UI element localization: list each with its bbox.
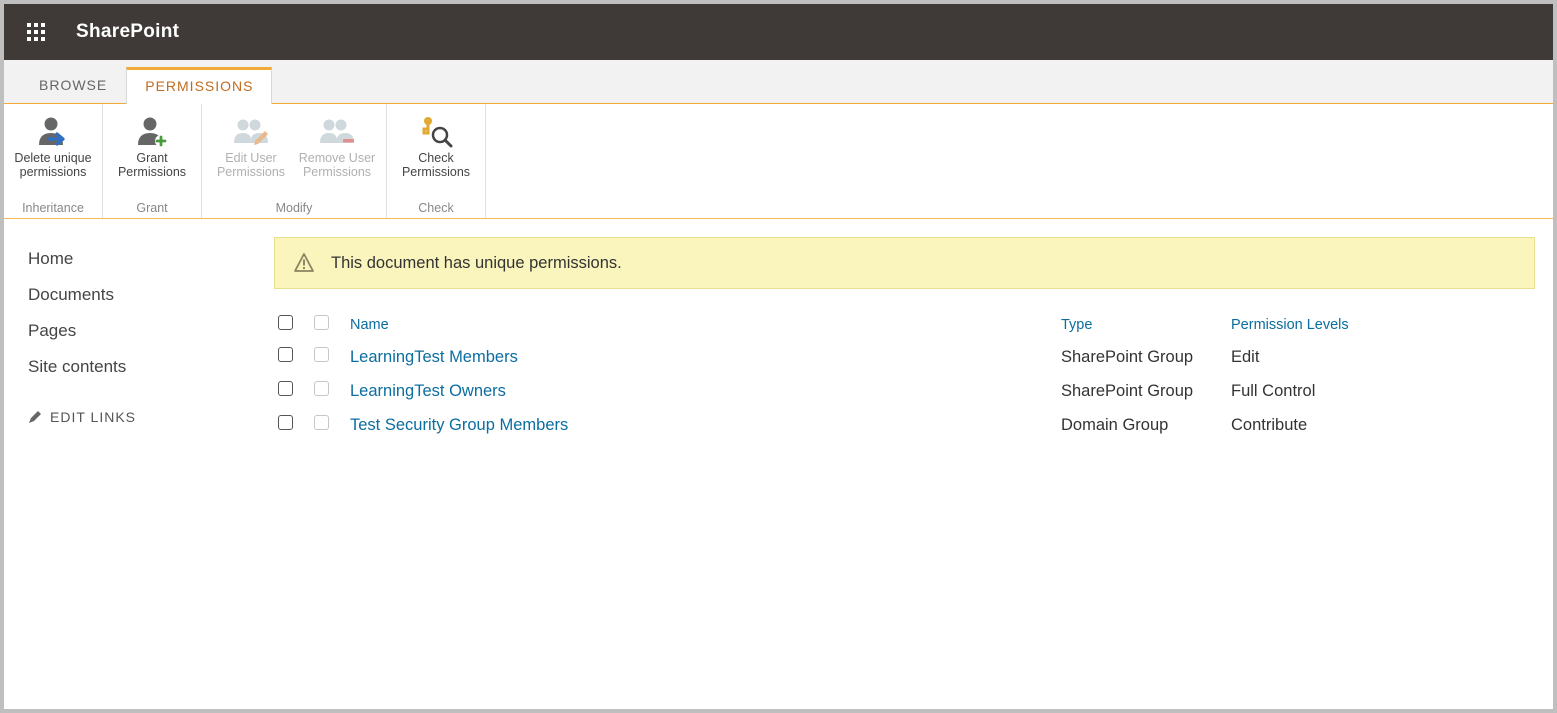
ribbon-group-inheritance: Delete unique permissions Inheritance: [4, 104, 103, 218]
product-name: SharePoint: [76, 21, 179, 43]
sidebar-link-site-contents[interactable]: Site contents: [28, 349, 274, 385]
select-all-checkbox[interactable]: [278, 315, 293, 330]
ribbon-group-caption: Check: [393, 197, 479, 218]
column-header-type[interactable]: Type: [1061, 317, 1231, 333]
ribbon-btn-label: Edit User Permissions: [210, 152, 292, 180]
users-edit-icon: [210, 114, 292, 150]
permissions-table: Name Type Permission Levels LearningTest…: [274, 309, 1535, 442]
table-header-row: Name Type Permission Levels: [274, 309, 1535, 340]
edit-links-label: EDIT LINKS: [50, 409, 136, 425]
user-plus-icon: [111, 114, 193, 150]
warning-icon: [293, 252, 315, 274]
ribbon-group-grant: Grant Permissions Grant: [103, 104, 202, 218]
column-header-levels[interactable]: Permission Levels: [1231, 317, 1531, 333]
sidebar-link-home[interactable]: Home: [28, 241, 274, 277]
ribbon-btn-label: Delete unique permissions: [12, 152, 94, 180]
table-row: Test Security Group Members Domain Group…: [274, 408, 1535, 442]
ribbon-group-modify: Edit User Permissions Remove User Permis…: [202, 104, 387, 218]
ribbon-group-caption: Grant: [109, 197, 195, 218]
ribbon: Delete unique permissions Inheritance: [4, 104, 1553, 219]
principal-link[interactable]: LearningTest Owners: [350, 382, 1061, 401]
app-launcher-button[interactable]: [16, 12, 56, 52]
row-select-checkbox[interactable]: [278, 381, 293, 396]
users-remove-icon: [296, 114, 378, 150]
edit-user-permissions-button[interactable]: Edit User Permissions: [208, 110, 294, 184]
permission-level: Full Control: [1231, 382, 1531, 401]
ribbon-btn-label: Grant Permissions: [111, 152, 193, 180]
ribbon-btn-label: Check Permissions: [395, 152, 477, 180]
ribbon-group-caption: Modify: [208, 197, 380, 218]
row-checkbox-secondary[interactable]: [314, 347, 329, 362]
key-search-icon: [395, 114, 477, 150]
status-message-bar: This document has unique permissions.: [274, 237, 1535, 289]
sidebar-link-documents[interactable]: Documents: [28, 277, 274, 313]
column-header-name[interactable]: Name: [350, 317, 1061, 333]
ribbon-group-caption: Inheritance: [10, 197, 96, 218]
tab-row: BROWSE PERMISSIONS: [4, 60, 1553, 104]
grant-permissions-button[interactable]: Grant Permissions: [109, 110, 195, 184]
ribbon-btn-label: Remove User Permissions: [296, 152, 378, 180]
permission-level: Edit: [1231, 348, 1531, 367]
table-row: LearningTest Members SharePoint Group Ed…: [274, 340, 1535, 374]
suite-bar: SharePoint: [4, 4, 1553, 60]
sidebar-link-pages[interactable]: Pages: [28, 313, 274, 349]
user-arrow-icon: [12, 114, 94, 150]
row-select-checkbox[interactable]: [278, 415, 293, 430]
quick-launch-sidebar: Home Documents Pages Site contents EDIT …: [4, 219, 274, 442]
tab-permissions[interactable]: PERMISSIONS: [126, 67, 272, 104]
row-checkbox-secondary[interactable]: [314, 415, 329, 430]
table-row: LearningTest Owners SharePoint Group Ful…: [274, 374, 1535, 408]
row-select-checkbox[interactable]: [278, 347, 293, 362]
main-content: This document has unique permissions. Na…: [274, 219, 1553, 442]
remove-user-permissions-button[interactable]: Remove User Permissions: [294, 110, 380, 184]
ribbon-group-check: Check Permissions Check: [387, 104, 486, 218]
permission-level: Contribute: [1231, 416, 1531, 435]
header-checkbox-spacer: [314, 315, 329, 330]
principal-type: Domain Group: [1061, 416, 1231, 435]
delete-unique-permissions-button[interactable]: Delete unique permissions: [10, 110, 96, 184]
row-checkbox-secondary[interactable]: [314, 381, 329, 396]
principal-link[interactable]: Test Security Group Members: [350, 416, 1061, 435]
tab-browse[interactable]: BROWSE: [20, 68, 126, 103]
edit-links-button[interactable]: EDIT LINKS: [28, 409, 274, 425]
principal-link[interactable]: LearningTest Members: [350, 348, 1061, 367]
principal-type: SharePoint Group: [1061, 382, 1231, 401]
status-message-text: This document has unique permissions.: [331, 254, 622, 273]
waffle-icon: [27, 23, 45, 41]
pencil-icon: [28, 410, 42, 424]
check-permissions-button[interactable]: Check Permissions: [393, 110, 479, 184]
principal-type: SharePoint Group: [1061, 348, 1231, 367]
